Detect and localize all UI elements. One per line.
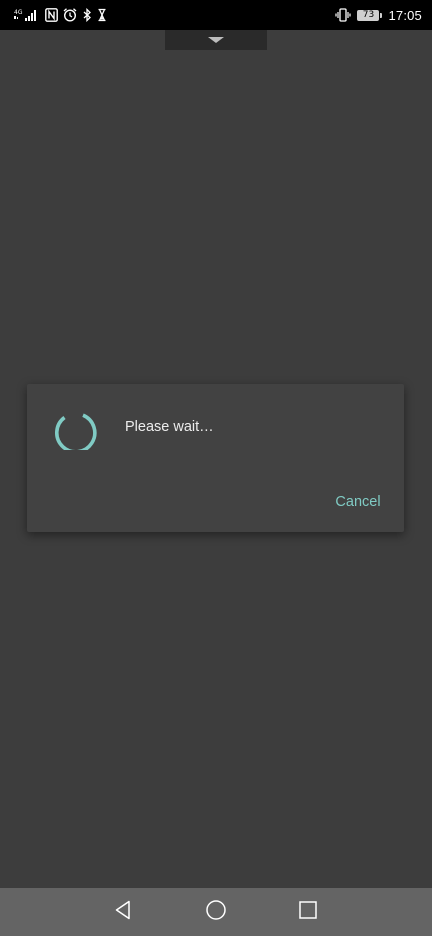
- status-clock: 17:05: [388, 7, 422, 23]
- chevron-down-icon: [207, 31, 225, 49]
- screen: 4G 73 17:05 Please wait… Cancel: [0, 0, 432, 936]
- bluetooth-icon: [82, 8, 92, 22]
- dialog-message: Please wait…: [125, 419, 214, 435]
- home-button[interactable]: [204, 899, 228, 926]
- loading-spinner-icon: [54, 406, 98, 454]
- top-dropdown-tab[interactable]: [165, 30, 267, 50]
- back-icon: [112, 899, 134, 926]
- network-type-label: 4G: [14, 9, 23, 16]
- recents-icon: [297, 899, 319, 926]
- navigation-bar: [0, 888, 432, 936]
- nfc-icon: [45, 8, 58, 22]
- vibrate-icon: [335, 8, 352, 22]
- battery-icon: 73: [357, 9, 383, 21]
- alarm-icon: [63, 8, 77, 22]
- battery-level: 73: [357, 9, 380, 21]
- home-icon: [205, 899, 227, 926]
- back-button[interactable]: [111, 900, 135, 924]
- hourglass-icon: [97, 8, 107, 22]
- recents-button[interactable]: [296, 900, 320, 924]
- signal-icon: 4G: [14, 8, 40, 22]
- status-bar-right: 73 17:05: [335, 6, 422, 24]
- status-bar: 4G 73 17:05: [0, 0, 432, 30]
- cancel-button[interactable]: Cancel: [325, 486, 391, 518]
- status-bar-left: 4G: [14, 6, 107, 24]
